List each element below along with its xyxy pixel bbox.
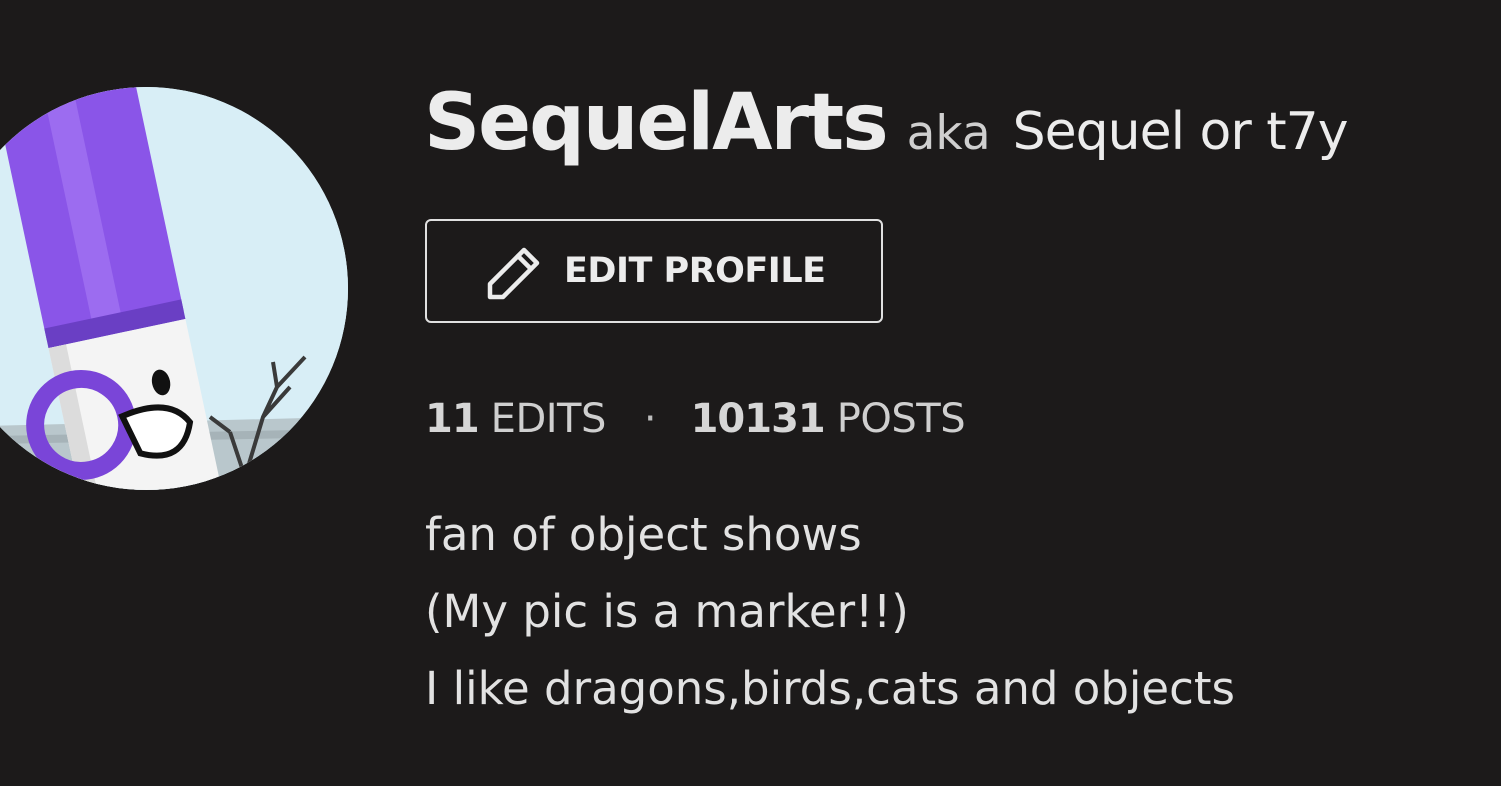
profile-bio: fan of object shows (My pic is a marker!… — [425, 496, 1235, 727]
profile-stats: 11 EDITS · 10131 POSTS — [425, 396, 966, 442]
avatar[interactable] — [0, 87, 348, 490]
username: SequelArts — [424, 78, 889, 168]
edits-label: EDITS — [490, 396, 607, 442]
edit-profile-button[interactable]: EDIT PROFILE — [425, 219, 883, 323]
bio-line: fan of object shows — [425, 508, 862, 561]
edits-count: 11 — [425, 396, 480, 442]
stats-separator: · — [643, 396, 657, 442]
pencil-icon — [482, 246, 542, 302]
bio-line: (My pic is a marker!!) — [425, 585, 909, 638]
aka-label: aka — [906, 106, 991, 161]
profile-header: SequelArts aka Sequel or t7y — [424, 78, 1349, 168]
alias: Sequel or t7y — [1012, 102, 1349, 162]
posts-label: POSTS — [836, 396, 966, 442]
bio-line: I like dragons,birds,cats and objects — [425, 662, 1235, 715]
posts-count: 10131 — [690, 396, 826, 442]
marker-character-avatar-icon — [0, 87, 348, 490]
edit-profile-label: EDIT PROFILE — [564, 251, 826, 291]
